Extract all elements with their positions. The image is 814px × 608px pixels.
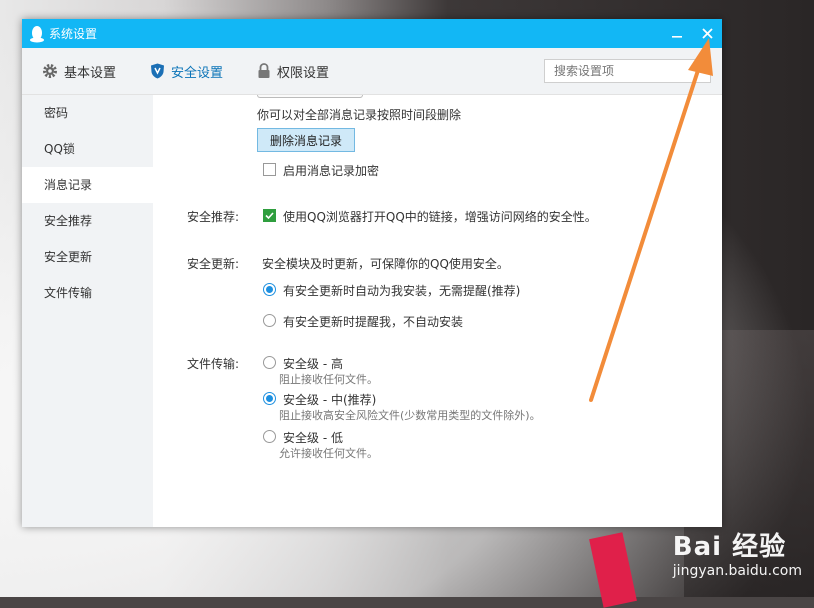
delete-message-record-button[interactable]: 删除消息记录 <box>257 128 355 152</box>
settings-window: 系统设置 基本设置 安全设置 权限设置 搜索设置项 密码 QQ锁 消息记录 安全… <box>22 19 722 527</box>
qq-browser-option: 使用QQ浏览器打开QQ中的链接，增强访问网络的安全性。 <box>283 210 597 224</box>
notify-only-label: 有安全更新时提醒我，不自动安装 <box>283 315 464 329</box>
sidebar-item-security-update[interactable]: 安全更新 <box>22 239 153 275</box>
window-title: 系统设置 <box>49 27 98 41</box>
tab-label: 基本设置 <box>64 65 117 81</box>
settings-toolbar: 基本设置 安全设置 权限设置 <box>22 48 722 95</box>
baidu-jingyan-watermark: Bai 经验 jingyan.baidu.com <box>673 526 802 579</box>
security-level-low-desc: 允许接收任何文件。 <box>279 447 378 460</box>
tab-label: 安全设置 <box>171 65 224 81</box>
checkmark-icon <box>265 212 274 220</box>
close-icon <box>701 28 713 39</box>
lock-icon <box>258 63 270 78</box>
minimize-button[interactable] <box>662 19 692 48</box>
settings-body: 密码 QQ锁 消息记录 安全推荐 安全更新 文件传输 你可以对全部消息记录按照时… <box>22 95 722 527</box>
partial-button-above <box>257 95 363 98</box>
security-level-high-label: 安全级 - 高 <box>283 357 343 371</box>
watermark-main: Bai 经验 <box>672 532 787 562</box>
close-button[interactable] <box>692 19 722 48</box>
security-level-medium-label: 安全级 - 中(推荐) <box>283 393 377 407</box>
security-update-label: 安全更新: <box>187 257 240 271</box>
search-input[interactable] <box>552 63 686 79</box>
qq-penguin-icon <box>30 25 44 42</box>
file-transfer-label: 文件传输: <box>187 357 240 371</box>
security-level-low-radio[interactable] <box>263 430 276 443</box>
message-record-desc: 你可以对全部消息记录按照时间段删除 <box>257 108 462 122</box>
sidebar-item-message-record[interactable]: 消息记录 <box>22 167 153 203</box>
tab-permission-settings[interactable]: 权限设置 <box>257 62 329 81</box>
security-level-high-desc: 阻止接收任何文件。 <box>279 373 378 386</box>
security-update-desc: 安全模块及时更新，可保障你的QQ使用安全。 <box>262 257 509 271</box>
qq-browser-checkbox[interactable] <box>263 209 276 222</box>
search-box <box>544 59 711 83</box>
titlebar: 系统设置 <box>22 19 722 48</box>
sidebar-item-qq-lock[interactable]: QQ锁 <box>22 131 153 167</box>
sidebar-item-password[interactable]: 密码 <box>22 95 153 131</box>
encrypt-record-checkbox[interactable] <box>263 163 276 176</box>
tab-basic-settings[interactable]: 基本设置 <box>42 62 116 81</box>
settings-content: 你可以对全部消息记录按照时间段删除 删除消息记录 启用消息记录加密 安全推荐: … <box>153 95 722 527</box>
minimize-icon <box>672 35 682 38</box>
watermark-sub: jingyan.baidu.com <box>672 563 802 579</box>
tab-label: 权限设置 <box>277 65 330 81</box>
sidebar-item-file-transfer[interactable]: 文件传输 <box>22 275 153 311</box>
tab-security-settings[interactable]: 安全设置 <box>150 62 223 81</box>
gear-icon <box>43 64 57 78</box>
shield-icon <box>151 63 165 79</box>
notify-only-radio[interactable] <box>263 314 276 327</box>
sidebar: 密码 QQ锁 消息记录 安全推荐 安全更新 文件传输 <box>22 95 153 527</box>
auto-install-radio[interactable] <box>263 283 276 296</box>
security-level-medium-desc: 阻止接收高安全风险文件(少数常用类型的文件除外)。 <box>279 409 541 422</box>
security-level-low-label: 安全级 - 低 <box>283 431 343 445</box>
security-level-medium-radio[interactable] <box>263 392 276 405</box>
auto-install-label: 有安全更新时自动为我安装，无需提醒(推荐) <box>283 284 521 298</box>
sidebar-item-security-recommend[interactable]: 安全推荐 <box>22 203 153 239</box>
encrypt-record-label: 启用消息记录加密 <box>283 164 380 178</box>
security-recommend-label: 安全推荐: <box>187 210 240 224</box>
security-level-high-radio[interactable] <box>263 356 276 369</box>
